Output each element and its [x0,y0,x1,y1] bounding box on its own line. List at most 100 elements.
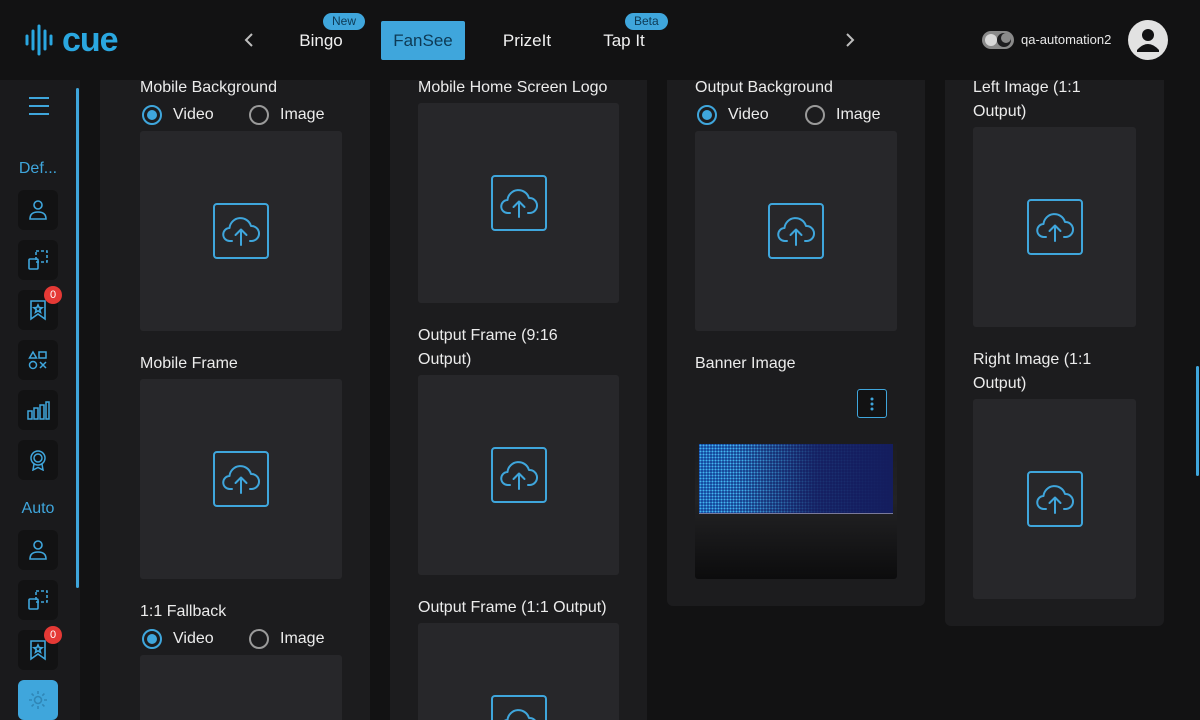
fallback-label: 1:1 Fallback [140,603,227,620]
radio-label: Video [728,106,769,123]
chevron-left-icon [244,33,253,47]
hamburger-icon [29,97,49,115]
tab-tap-it[interactable]: Tap It Beta [596,13,668,60]
kebab-icon [870,397,874,410]
tab-label: Bingo [299,30,343,50]
fallback-dropzone[interactable] [140,655,342,720]
radio-label: Video [173,106,214,123]
user-icon [1137,29,1159,52]
cloud-upload-icon [499,461,538,490]
cloud-upload-icon [499,189,538,218]
output-frame-916-label: Output Frame (9:16 Output) [418,327,558,368]
home-logo-label: Mobile Home Screen Logo [418,79,608,96]
mobile-background-label: Mobile Background [140,79,277,96]
logo-text: cue [62,21,119,59]
notification-badge: 0 [44,286,62,304]
cloud-upload-icon [222,465,260,494]
new-badge: New [323,13,366,30]
banner-image [699,444,893,514]
sidebar-item-users[interactable] [18,190,58,230]
right-image-label: Right Image (1:1 Output) [973,351,1092,392]
menu-button[interactable] [28,96,50,116]
output-background-image-radio[interactable]: Image [805,105,880,125]
tabs-prev-button[interactable] [235,26,263,54]
radio-indicator[interactable] [249,629,269,649]
moon-icon [985,33,1011,47]
user-name[interactable]: qa-automation2 [1021,32,1111,47]
tab-prizeit[interactable]: PrizeIt [494,21,560,60]
mobile-background-video-radio[interactable]: Video [142,105,214,125]
mobile-background-image-radio[interactable]: Image [249,105,324,125]
frame-icon [28,250,48,270]
banner-image-shade [699,444,893,513]
notification-badge: 0 [44,626,62,644]
mobile-frame-dropzone[interactable] [140,379,342,579]
mobile-frame-label: Mobile Frame [140,355,238,372]
fallback-image-radio[interactable]: Image [249,629,324,649]
output-background-dropzone[interactable] [695,131,897,331]
upload-button[interactable] [490,695,547,720]
beta-badge: Beta [625,13,668,30]
avatar[interactable] [1128,20,1168,60]
right-image-dropzone[interactable] [973,399,1136,599]
cloud-upload-icon [503,709,536,720]
sidebar-item-frames[interactable] [18,580,58,620]
bar-chart-icon [27,401,50,420]
sidebar-item-awards[interactable] [18,440,58,480]
radio-indicator[interactable] [142,629,162,649]
tab-fansee[interactable]: FanSee [381,21,465,60]
left-image-label: Left Image (1:1 Output) [973,79,1081,120]
banner-image-preview[interactable] [695,379,897,579]
upload-button[interactable] [213,451,269,507]
upload-button[interactable] [213,203,269,259]
left-image-dropzone[interactable] [973,127,1136,327]
fallback-video-radio[interactable]: Video [142,629,214,649]
banner-options-button[interactable] [857,389,887,418]
sidebar-item-shapes[interactable] [18,340,58,380]
tab-label: FanSee [393,30,453,50]
upload-button[interactable] [1026,199,1083,255]
home-logo-dropzone[interactable] [418,103,619,303]
mobile-background-dropzone[interactable] [140,131,342,331]
top-bar: cue Bingo New FanSee PrizeIt Tap It Beta… [0,0,1200,80]
cloud-upload-icon [1035,485,1074,514]
sidebar-item-settings[interactable] [18,680,58,720]
page-scrollbar[interactable] [1196,366,1199,476]
settings-icon [29,691,47,709]
output-frame-916-dropzone[interactable] [418,375,619,575]
radio-indicator[interactable] [805,105,825,125]
radio-label: Image [280,106,325,123]
shapes-icon [28,350,47,370]
cloud-upload-icon [777,217,815,246]
logo[interactable]: cue [24,21,119,59]
output-frame-11-label: Output Frame (1:1 Output) [418,599,607,616]
sidebar-section-label: Def... [18,160,58,177]
user-icon [29,200,47,220]
radio-label: Image [836,106,881,123]
upload-button[interactable] [1026,471,1083,527]
radio-indicator[interactable] [249,105,269,125]
tab-bingo[interactable]: Bingo New [292,13,366,60]
sidebar-item-frames[interactable] [18,240,58,280]
radio-label: Video [173,630,214,647]
sidebar-item-rewards[interactable]: 0 [18,626,62,670]
output-frame-11-dropzone[interactable] [418,623,619,720]
output-background-label: Output Background [695,79,833,96]
sound-wave-icon [25,24,53,56]
upload-button[interactable] [768,203,824,259]
sidebar-item-rewards[interactable]: 0 [18,286,62,330]
sidebar-item-users[interactable] [18,530,58,570]
radio-indicator[interactable] [697,105,717,125]
output-background-video-radio[interactable]: Video [697,105,769,125]
upload-button[interactable] [490,175,547,231]
sidebar-item-analytics[interactable] [18,390,58,430]
frame-icon [28,590,48,610]
sidebar-scrollbar[interactable] [76,88,79,588]
cloud-upload-icon [1035,213,1074,242]
tabs-next-button[interactable] [836,26,864,54]
user-icon [29,540,47,560]
theme-toggle[interactable] [982,31,1014,49]
radio-label: Image [280,630,325,647]
upload-button[interactable] [490,447,547,503]
radio-indicator[interactable] [142,105,162,125]
